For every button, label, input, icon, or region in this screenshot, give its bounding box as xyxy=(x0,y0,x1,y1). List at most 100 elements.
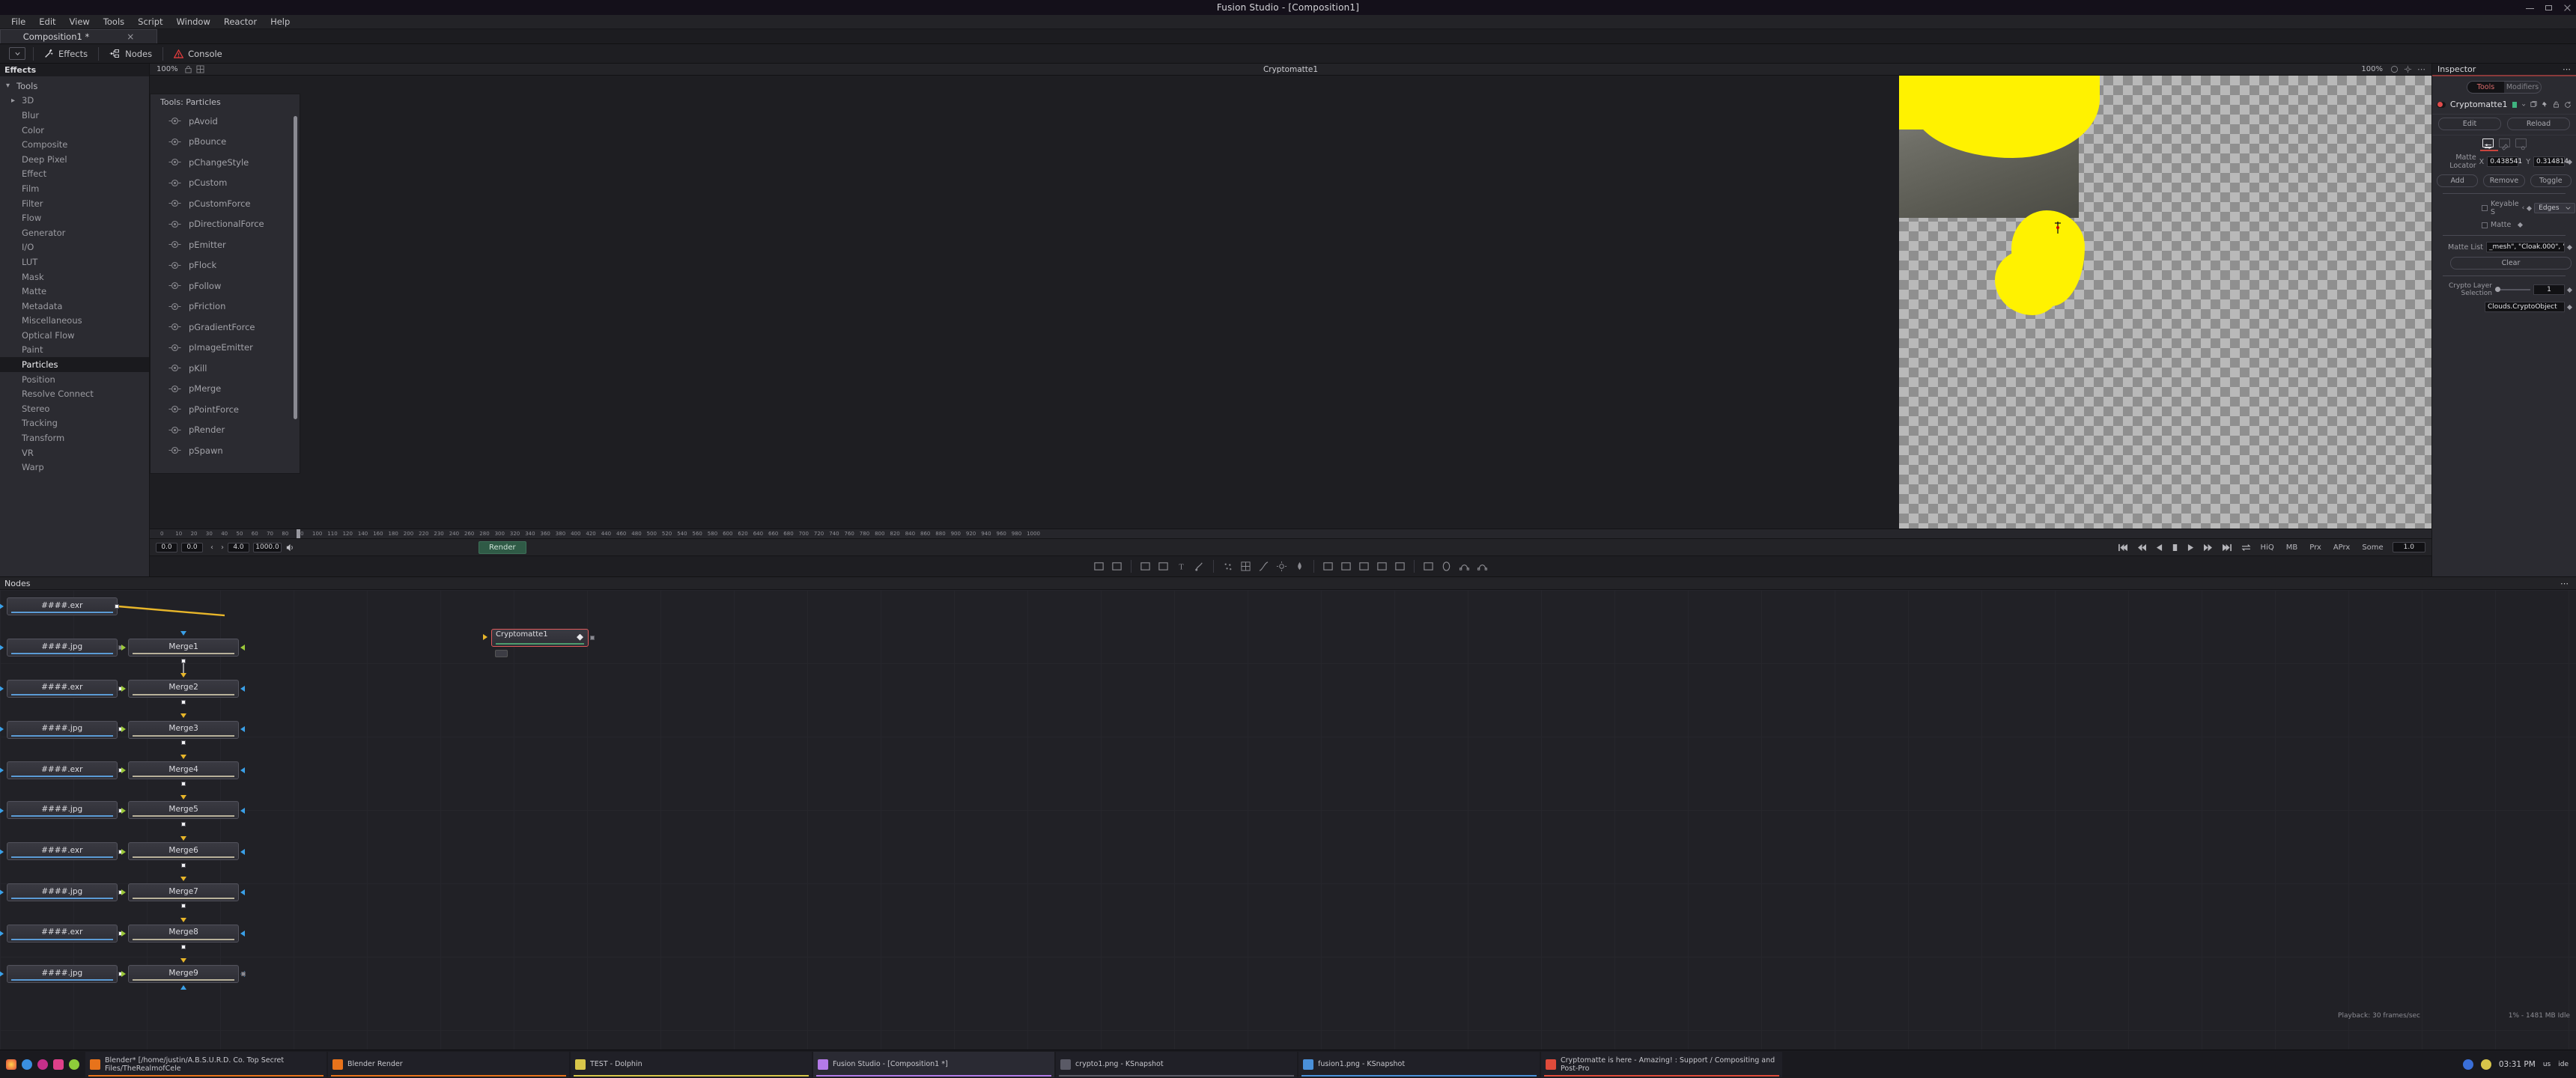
viewer-zoom-right[interactable]: 100% xyxy=(2359,65,2385,73)
node-cryptomatte[interactable]: Cryptomatte1 xyxy=(491,629,589,647)
time-in-field[interactable]: 0.0 xyxy=(156,543,177,552)
keyable-mode-dropdown[interactable]: Edges xyxy=(2534,203,2575,213)
curve-icon[interactable] xyxy=(1258,561,1269,572)
particle-tool-pkill[interactable]: pKill xyxy=(151,358,300,379)
menu-reactor[interactable]: Reactor xyxy=(217,15,264,29)
play-reverse-icon[interactable] xyxy=(2156,543,2163,552)
node-connector[interactable] xyxy=(181,863,186,868)
effects-item-effect[interactable]: Effect xyxy=(0,167,149,182)
text-icon[interactable]: T xyxy=(1176,561,1187,572)
particle-tool-pdirectionalforce[interactable]: pDirectionalForce xyxy=(151,214,300,235)
effects-item-miscellaneous[interactable]: Miscellaneous xyxy=(0,314,149,329)
node-port[interactable] xyxy=(121,686,126,692)
menu-window[interactable]: Window xyxy=(170,15,217,29)
node-port[interactable] xyxy=(180,673,186,677)
particle-tool-pspawn[interactable]: pSpawn xyxy=(151,440,300,461)
tab-tools[interactable]: Tools xyxy=(2467,82,2504,93)
kbd-indicator[interactable]: ide xyxy=(2558,1061,2569,1068)
viewer-lock-icon[interactable] xyxy=(184,65,192,73)
node-merge8[interactable]: Merge8 xyxy=(128,925,239,943)
taskbar-item[interactable]: Blender* [/home/justin/A.B.S.U.R.D. Co. … xyxy=(85,1052,326,1077)
chevron-down-icon[interactable] xyxy=(2521,102,2526,108)
particle-tool-pbounce[interactable]: pBounce xyxy=(151,132,300,153)
remove-button[interactable]: Remove xyxy=(2483,174,2524,187)
tray-icon-2[interactable] xyxy=(37,1059,48,1070)
node-port[interactable] xyxy=(121,889,126,895)
effects-item-vr[interactable]: VR xyxy=(0,445,149,460)
pin-icon[interactable] xyxy=(2542,101,2548,108)
viewer-grid-icon[interactable] xyxy=(196,65,204,73)
node-port[interactable] xyxy=(0,645,4,651)
ellipsemask-icon[interactable] xyxy=(1441,561,1452,572)
node-connector[interactable] xyxy=(181,904,186,908)
effects-item-i-o[interactable]: I/O xyxy=(0,240,149,255)
effects-item-paint[interactable]: Paint xyxy=(0,343,149,358)
node-port[interactable] xyxy=(121,849,126,855)
node-port[interactable] xyxy=(0,931,4,937)
quality-some[interactable]: Some xyxy=(2362,543,2383,552)
image-tab-icon[interactable] xyxy=(2499,138,2510,147)
keyframe-diamond-icon[interactable] xyxy=(2567,287,2572,292)
node--exr[interactable]: ####.exr xyxy=(7,842,118,860)
quality-prx[interactable]: Prx xyxy=(2309,543,2321,552)
bsplinemask-icon[interactable] xyxy=(1477,561,1488,572)
viewer-channel-icon[interactable] xyxy=(2390,65,2399,73)
keyframe-diamond-icon[interactable] xyxy=(2567,304,2572,309)
node-port[interactable] xyxy=(0,889,4,895)
node--exr[interactable]: ####.exr xyxy=(7,761,118,779)
crop-icon[interactable] xyxy=(1376,561,1388,572)
audio-icon[interactable] xyxy=(285,543,295,552)
node-port[interactable] xyxy=(180,755,186,759)
effects-item-optical-flow[interactable]: Optical Flow xyxy=(0,328,149,343)
app-menu-icon[interactable] xyxy=(6,1059,16,1070)
transform-icon[interactable] xyxy=(1322,561,1334,572)
node--jpg[interactable]: ####.jpg xyxy=(7,883,118,901)
node-graph-canvas[interactable]: Playback: 30 frames/sec 1% - 1481 MB Idl… xyxy=(0,590,2576,1050)
viewer-image-area[interactable] xyxy=(1899,76,2431,529)
particle-tool-pimageemitter[interactable]: pImageEmitter xyxy=(151,338,300,359)
stop-icon[interactable] xyxy=(2172,543,2178,552)
effects-item-generator[interactable]: Generator xyxy=(0,225,149,240)
node-merge2[interactable]: Merge2 xyxy=(128,680,239,698)
menu-edit[interactable]: Edit xyxy=(32,15,62,29)
dissolve-icon[interactable] xyxy=(1394,561,1406,572)
node--exr[interactable]: ####.exr xyxy=(7,597,118,615)
keyframe-diamond-icon[interactable] xyxy=(2567,159,2572,164)
node-connector[interactable] xyxy=(181,700,186,704)
page-nodes[interactable]: Nodes xyxy=(100,44,161,64)
node-connector[interactable] xyxy=(181,945,186,949)
collapse-icon[interactable]: ‹ xyxy=(2522,204,2525,212)
node-port[interactable] xyxy=(180,877,186,881)
node-port[interactable] xyxy=(180,795,186,800)
viewer-scale-field[interactable]: 1.0 xyxy=(2393,542,2425,552)
effects-item-mask[interactable]: Mask xyxy=(0,270,149,284)
chevron-right-icon[interactable]: ▸ xyxy=(11,97,19,105)
saver-icon[interactable] xyxy=(1111,561,1123,572)
quality-aprx[interactable]: APrx xyxy=(2333,543,2350,552)
matte-list-field[interactable]: _mesh", "Cloak.000", "RIGHT_GATE" xyxy=(2486,242,2565,252)
toggle-button[interactable]: Toggle xyxy=(2530,174,2572,187)
effects-item-stereo[interactable]: Stereo xyxy=(0,401,149,416)
node-merge5[interactable]: Merge5 xyxy=(128,801,239,819)
add-button[interactable]: Add xyxy=(2437,174,2478,187)
maximize-icon[interactable] xyxy=(2545,4,2553,12)
particles-icon[interactable] xyxy=(1222,561,1233,572)
edit-button[interactable]: Edit xyxy=(2438,118,2501,130)
effects-item-particles[interactable]: Particles xyxy=(0,357,149,372)
composition-tab[interactable]: Composition1 * × xyxy=(0,29,157,43)
viewer-zoom-left[interactable]: 100% xyxy=(154,65,180,73)
tray-volume-icon[interactable] xyxy=(2481,1059,2491,1070)
node-port[interactable] xyxy=(0,808,4,814)
chevron-down-icon[interactable] xyxy=(9,47,25,60)
copy-icon[interactable] xyxy=(2530,101,2537,108)
viewer-stage[interactable] xyxy=(150,76,2431,529)
rectmask-icon[interactable] xyxy=(1423,561,1434,572)
node-port[interactable] xyxy=(0,726,4,732)
node-port[interactable] xyxy=(0,603,4,609)
node-port[interactable] xyxy=(240,889,245,895)
node-port[interactable] xyxy=(240,726,245,732)
effects-item-flow[interactable]: Flow xyxy=(0,210,149,225)
step-back-icon[interactable] xyxy=(2137,543,2147,552)
settings-tab-icon[interactable] xyxy=(2515,138,2527,147)
node-merge7[interactable]: Merge7 xyxy=(128,883,239,901)
